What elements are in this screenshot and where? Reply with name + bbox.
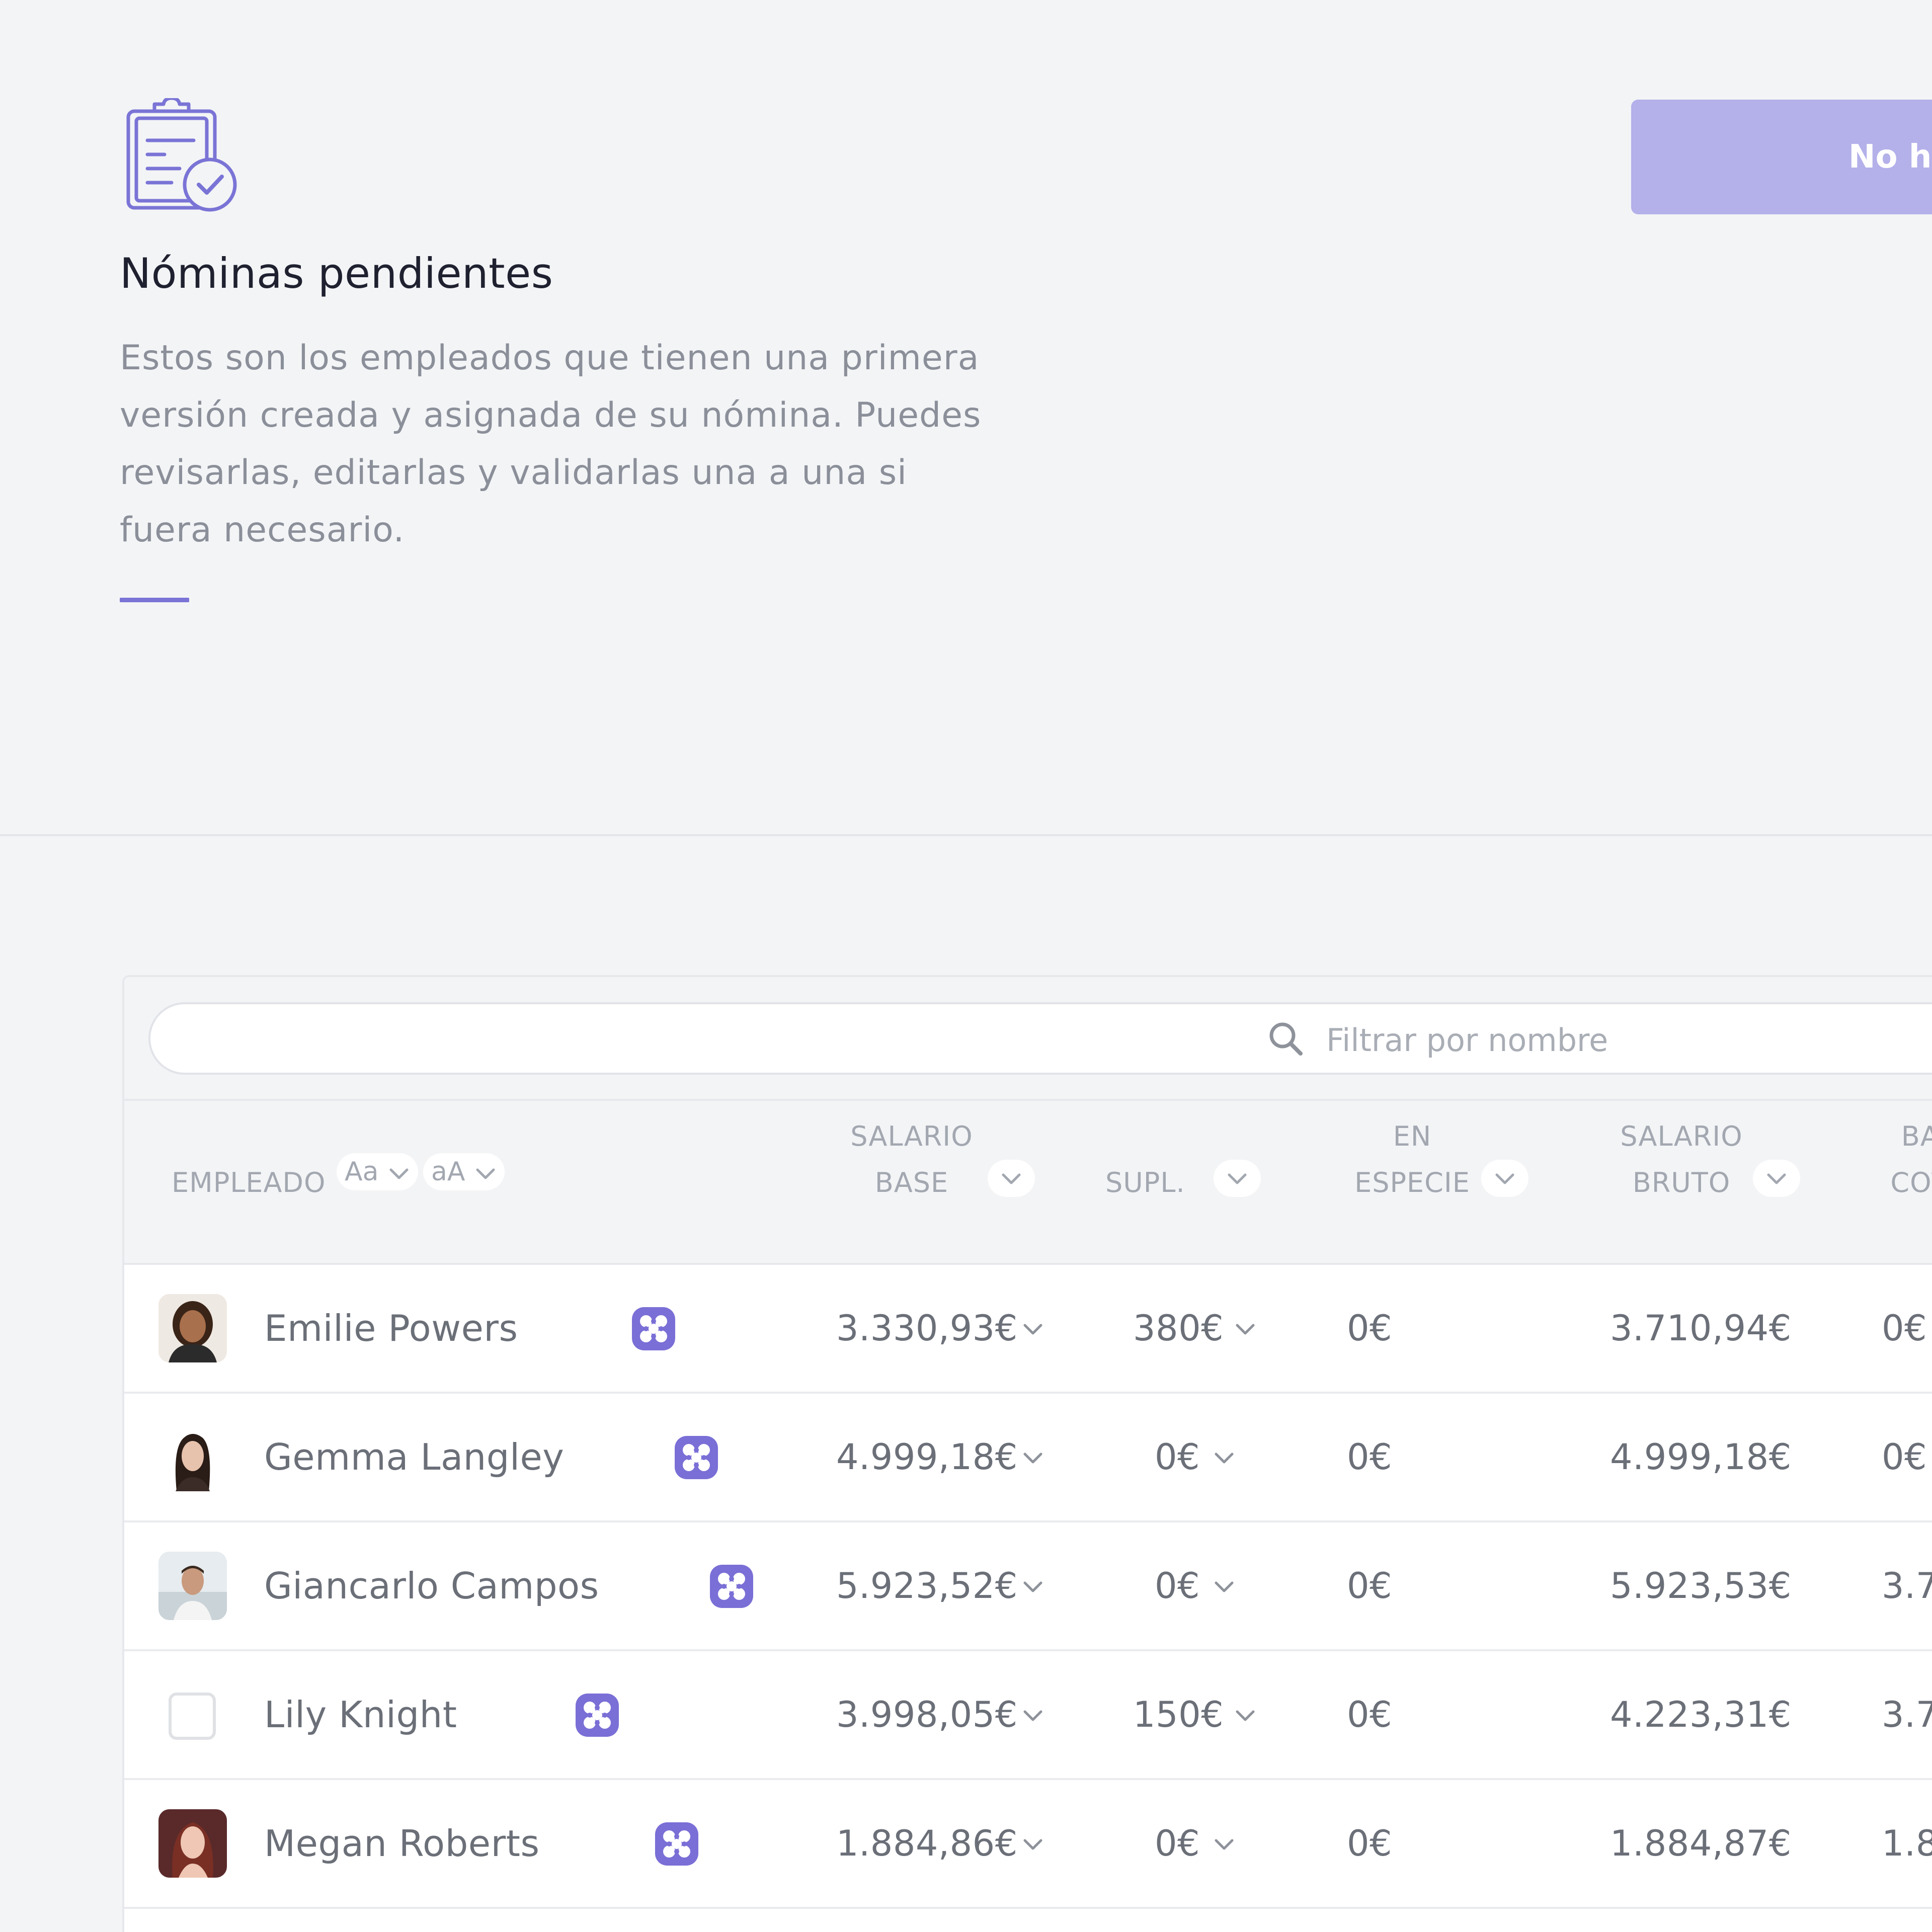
column-header-employee: EMPLEADO <box>172 1167 326 1198</box>
column-header-line: COTIZ. <box>1890 1167 1932 1198</box>
salario-bruto-value: 1.884,87€ <box>1610 1823 1792 1864</box>
supl-value: 0€ <box>1155 1565 1200 1606</box>
salario-base-value: 5.923,52€ <box>836 1565 1018 1606</box>
salario-bruto-value: 4.223,31€ <box>1610 1694 1792 1735</box>
column-header-line: BASE <box>1901 1120 1932 1152</box>
badge-icon <box>632 1307 675 1350</box>
salario-base-value: 1.884,86€ <box>836 1823 1018 1864</box>
title-underline <box>120 598 189 602</box>
chevron-down-icon[interactable] <box>1212 1577 1236 1597</box>
search-icon <box>1269 1022 1303 1056</box>
badge-icon <box>576 1694 619 1737</box>
sort-az-button[interactable]: Aa <box>337 1153 418 1190</box>
sort-za-button[interactable]: aA <box>423 1153 505 1190</box>
salario-base-toggle[interactable] <box>988 1160 1035 1197</box>
chevron-down-icon[interactable] <box>1021 1706 1045 1726</box>
supl-toggle[interactable] <box>1214 1160 1261 1197</box>
salario-bruto-value: 4.999,18€ <box>1610 1436 1792 1478</box>
column-header-supl: SUPL. <box>1105 1167 1185 1198</box>
chevron-down-icon <box>476 1168 495 1179</box>
sort-az-label: Aa <box>345 1157 379 1187</box>
avatar <box>158 1423 227 1491</box>
base-cotiz-value: 0€ <box>1882 1308 1927 1349</box>
chevron-down-icon[interactable] <box>1021 1448 1045 1468</box>
avatar <box>158 1294 227 1362</box>
chevron-down-icon <box>389 1168 409 1179</box>
payroll-page: Nóminas pendientes Estos son los emplead… <box>0 0 1932 1932</box>
column-header-base-cotiz: BASE COTIZ. <box>1855 1113 1932 1206</box>
payroll-table: EMPLEADO Aa aA SALARIO BASE SUPL. <box>122 975 1932 1932</box>
salario-bruto-value: 3.710,94€ <box>1610 1308 1792 1349</box>
en-especie-toggle[interactable] <box>1481 1160 1528 1197</box>
chevron-down-icon <box>1002 1173 1021 1184</box>
badge-icon <box>710 1565 753 1608</box>
table-row[interactable]: Emilie Powers 3.330,93€ 380€ 0€ 3.710,94… <box>124 1265 1932 1394</box>
column-header-en-especie: EN ESPECIE <box>1332 1113 1493 1206</box>
employee-name[interactable]: Gemma Langley <box>264 1432 564 1482</box>
column-header-line: SALARIO <box>850 1120 973 1152</box>
sort-za-label: aA <box>431 1157 465 1187</box>
supl-value: 0€ <box>1155 1436 1200 1478</box>
top-action-button[interactable]: No ha <box>1631 100 1932 214</box>
chevron-down-icon <box>1767 1173 1786 1184</box>
chevron-down-icon <box>1495 1173 1514 1184</box>
column-header-line: ESPECIE <box>1354 1167 1470 1198</box>
avatar <box>158 1809 227 1878</box>
table-row[interactable]: Megan Roberts 1.884,86€ 0€ 0€ 1.884,87€ … <box>124 1780 1932 1909</box>
avatar-placeholder <box>169 1693 216 1740</box>
en-especie-value: 0€ <box>1347 1436 1393 1478</box>
chevron-down-icon <box>1228 1173 1247 1184</box>
page-description: Estos son los empleados que tienen una p… <box>120 338 982 550</box>
search-field[interactable] <box>148 1002 1932 1075</box>
page-title: Nóminas pendientes <box>120 249 553 298</box>
table-row[interactable]: Gemma Langley 4.999,18€ 0€ 0€ 4.999,18€ … <box>124 1394 1932 1522</box>
en-especie-value: 0€ <box>1347 1565 1393 1606</box>
salario-base-value: 3.998,05€ <box>836 1694 1018 1735</box>
column-header-line: SALARIO <box>1620 1120 1743 1152</box>
avatar <box>158 1552 227 1620</box>
search-bar <box>124 977 1932 1101</box>
table-header: EMPLEADO Aa aA SALARIO BASE SUPL. EN ESP… <box>124 1101 1932 1265</box>
employee-name[interactable]: Megan Roberts <box>264 1818 539 1869</box>
supl-value: 150€ <box>1133 1694 1224 1735</box>
base-cotiz-value: 0€ <box>1882 1436 1927 1478</box>
clipboard-check-icon <box>126 98 237 212</box>
en-especie-value: 0€ <box>1347 1308 1393 1349</box>
salario-bruto-value: 5.923,53€ <box>1610 1565 1792 1606</box>
column-header-salario-base: SALARIO BASE <box>829 1113 995 1206</box>
salario-bruto-toggle[interactable] <box>1753 1160 1800 1197</box>
employee-name[interactable]: Emilie Powers <box>264 1303 518 1353</box>
base-cotiz-value: 3.751,20€ <box>1882 1565 1932 1606</box>
column-header-salario-bruto: SALARIO BRUTO <box>1598 1113 1764 1206</box>
column-header-line: BASE <box>874 1167 949 1198</box>
badge-icon <box>675 1436 718 1479</box>
badge-icon <box>655 1822 698 1866</box>
employee-name[interactable]: Giancarlo Campos <box>264 1561 599 1611</box>
chevron-down-icon[interactable] <box>1233 1319 1257 1339</box>
section-divider <box>0 834 1932 836</box>
search-input[interactable] <box>1325 1014 1830 1066</box>
chevron-down-icon[interactable] <box>1212 1448 1236 1468</box>
base-cotiz-value: 1.884,87€ <box>1882 1823 1932 1864</box>
chevron-down-icon[interactable] <box>1021 1577 1045 1597</box>
base-cotiz-value: 3.751,20€ <box>1882 1694 1932 1735</box>
salario-base-value: 3.330,93€ <box>836 1308 1018 1349</box>
supl-value: 380€ <box>1133 1308 1224 1349</box>
chevron-down-icon[interactable] <box>1233 1706 1257 1726</box>
chevron-down-icon[interactable] <box>1212 1834 1236 1855</box>
salario-base-value: 4.999,18€ <box>836 1436 1018 1478</box>
chevron-down-icon[interactable] <box>1021 1319 1045 1339</box>
employee-name[interactable]: Lily Knight <box>264 1689 457 1740</box>
en-especie-value: 0€ <box>1347 1823 1393 1864</box>
chevron-down-icon[interactable] <box>1021 1834 1045 1855</box>
supl-value: 0€ <box>1155 1823 1200 1864</box>
table-row[interactable]: Giancarlo Campos 5.923,52€ 0€ 0€ 5.923,5… <box>124 1522 1932 1651</box>
table-row[interactable]: Lily Knight 3.998,05€ 150€ 0€ 4.223,31€ … <box>124 1651 1932 1780</box>
column-header-line: BRUTO <box>1632 1167 1731 1198</box>
en-especie-value: 0€ <box>1347 1694 1393 1735</box>
column-header-line: EN <box>1393 1120 1432 1152</box>
